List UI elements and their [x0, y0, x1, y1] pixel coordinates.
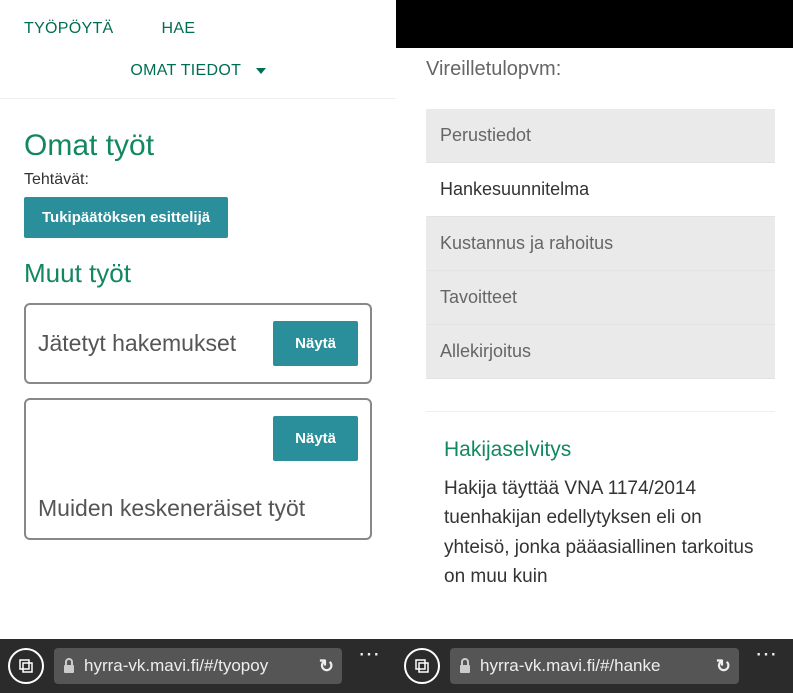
heading-own-work: Omat työt — [24, 129, 382, 163]
nav-search[interactable]: HAE — [138, 8, 220, 50]
url-box[interactable]: hyrra-vk.mavi.fi/#/tyopoy ↻ — [54, 648, 342, 684]
browser-bar-right: hyrra-vk.mavi.fi/#/hanke ↻ ⋯ — [396, 639, 793, 693]
status-bar-black — [396, 0, 793, 48]
task-presenter-button[interactable]: Tukipäätöksen esittelijä — [24, 197, 228, 238]
url-box[interactable]: hyrra-vk.mavi.fi/#/hanke ↻ — [450, 648, 739, 684]
url-text: hyrra-vk.mavi.fi/#/hanke — [480, 656, 708, 676]
tasks-label: Tehtävät: — [24, 171, 382, 189]
heading-other-work: Muut työt — [24, 258, 382, 289]
section-title: Hakijaselvitys — [444, 438, 757, 462]
tab-hankesuunnitelma[interactable]: Hankesuunnitelma — [426, 163, 775, 217]
card2-title: Muiden keskeneräiset työt — [38, 495, 358, 522]
card2-show-button[interactable]: Näytä — [273, 416, 358, 461]
card-submitted-applications: Jätetyt hakemukset Näytä — [24, 303, 372, 384]
tabs: Perustiedot Hankesuunnitelma Kustannus j… — [426, 109, 775, 379]
lock-icon — [62, 658, 76, 674]
tabs-button[interactable] — [404, 648, 440, 684]
nav-desktop[interactable]: TYÖPÖYTÄ — [0, 8, 138, 50]
browser-bar-left: hyrra-vk.mavi.fi/#/tyopoy ↻ ⋯ — [0, 639, 396, 693]
tab-allekirjoitus[interactable]: Allekirjoitus — [426, 325, 775, 379]
lock-icon — [458, 658, 472, 674]
reload-icon[interactable]: ↻ — [716, 656, 731, 677]
nav-own-info-label: OMAT TIEDOT — [130, 62, 241, 79]
top-nav: TYÖPÖYTÄ HAE OMAT TIEDOT — [0, 0, 396, 99]
field-vireilletulopvm-label: Vireilletulopvm: — [426, 58, 775, 81]
tabs-icon — [17, 657, 35, 675]
section-hakijaselvitys: Hakijaselvitys Hakija täyttää VNA 1174/2… — [426, 411, 775, 592]
phone-right: Vireilletulopvm: Perustiedot Hankesuunni… — [396, 0, 793, 693]
tab-tavoitteet[interactable]: Tavoitteet — [426, 271, 775, 325]
tab-perustiedot[interactable]: Perustiedot — [426, 109, 775, 163]
reload-icon[interactable]: ↻ — [319, 656, 334, 677]
nav-own-info[interactable]: OMAT TIEDOT — [106, 50, 289, 92]
card-others-in-progress: Näytä Muiden keskeneräiset työt — [24, 398, 372, 540]
card1-show-button[interactable]: Näytä — [273, 321, 358, 366]
main-left: Omat työt Tehtävät: Tukipäätöksen esitte… — [0, 99, 396, 564]
tabs-icon — [413, 657, 431, 675]
section-text: Hakija täyttää VNA 1174/2014 tuenhakijan… — [444, 474, 757, 592]
card1-title: Jätetyt hakemukset — [38, 330, 236, 357]
menu-button[interactable]: ⋯ — [352, 641, 388, 667]
tabs-button[interactable] — [8, 648, 44, 684]
chevron-down-icon — [256, 68, 266, 74]
url-text: hyrra-vk.mavi.fi/#/tyopoy — [84, 656, 311, 676]
tab-kustannus-rahoitus[interactable]: Kustannus ja rahoitus — [426, 217, 775, 271]
phone-left: TYÖPÖYTÄ HAE OMAT TIEDOT Omat työt Tehtä… — [0, 0, 396, 693]
content-right: Vireilletulopvm: Perustiedot Hankesuunni… — [396, 0, 793, 639]
content-left: TYÖPÖYTÄ HAE OMAT TIEDOT Omat työt Tehtä… — [0, 0, 396, 639]
menu-button[interactable]: ⋯ — [749, 641, 785, 667]
